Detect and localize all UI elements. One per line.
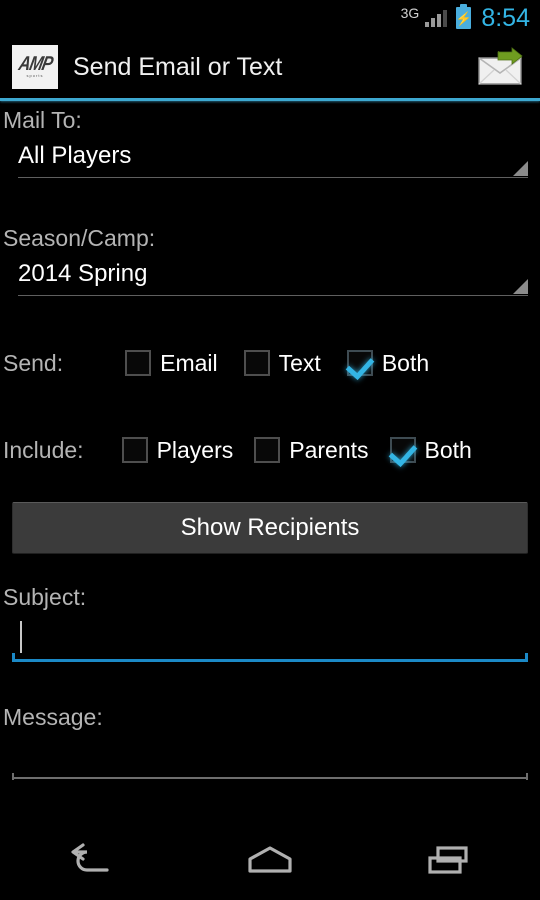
checkbox-include-both-label: Both xyxy=(424,436,472,463)
checkbox-include-parents[interactable]: Parents xyxy=(254,436,369,463)
checkbox-send-email-label: Email xyxy=(160,349,218,376)
checkbox-send-both-label: Both xyxy=(381,349,430,376)
include-label: Include: xyxy=(3,436,84,463)
message-label: Message: xyxy=(3,704,103,730)
season-camp-label: Season/Camp: xyxy=(3,225,156,251)
form-content: Mail To: All Players Season/Camp: 2014 S… xyxy=(0,109,540,828)
checkbox-send-email[interactable]: Email xyxy=(125,350,218,376)
recents-icon[interactable] xyxy=(395,820,505,900)
send-email-icon[interactable] xyxy=(474,47,528,87)
action-bar: AMP sports Send Email or Text xyxy=(0,36,540,98)
mail-to-underline xyxy=(18,177,528,178)
subject-label: Subject: xyxy=(3,584,87,610)
android-navigation-bar xyxy=(0,820,540,900)
subject-input[interactable] xyxy=(12,617,528,662)
message-input-underline xyxy=(12,773,528,780)
chevron-down-icon xyxy=(513,161,528,176)
checkbox-box-checked-icon xyxy=(389,437,416,463)
checkbox-send-text[interactable]: Text xyxy=(243,349,321,376)
checkbox-send-both[interactable]: Both xyxy=(346,349,430,376)
checkbox-include-players-label: Players xyxy=(156,436,234,463)
mail-to-value: All Players xyxy=(18,142,132,169)
status-bar: 3G ⚡ 8:54 xyxy=(0,0,540,36)
include-options-row: Include: Players Parents Both xyxy=(0,437,540,463)
mail-to-label: Mail To: xyxy=(3,107,82,133)
status-bar-clock: 8:54 xyxy=(481,3,530,32)
send-options-row: Send: Email Text Both xyxy=(0,350,540,376)
checkbox-include-both[interactable]: Both xyxy=(389,436,472,463)
back-icon[interactable] xyxy=(35,820,145,900)
mail-to-spinner[interactable]: All Players xyxy=(0,144,528,178)
battery-charging-icon: ⚡ xyxy=(456,4,472,29)
season-camp-underline xyxy=(18,295,528,296)
show-recipients-button[interactable]: Show Recipients xyxy=(12,502,528,554)
checkbox-include-parents-label: Parents xyxy=(289,436,369,463)
chevron-down-icon xyxy=(513,279,528,294)
season-camp-spinner[interactable]: 2014 Spring xyxy=(0,262,528,296)
action-bar-divider xyxy=(0,98,540,101)
text-caret xyxy=(20,621,22,653)
checkbox-include-players[interactable]: Players xyxy=(121,436,234,463)
checkbox-box-checked-icon xyxy=(346,350,373,376)
checkbox-box-unchecked-icon xyxy=(125,350,152,376)
checkbox-box-unchecked-icon xyxy=(243,350,270,376)
message-input[interactable] xyxy=(12,739,528,780)
checkbox-box-unchecked-icon xyxy=(254,437,281,463)
checkbox-box-unchecked-icon xyxy=(121,437,148,463)
app-logo-icon[interactable]: AMP sports xyxy=(12,45,58,89)
home-icon[interactable] xyxy=(215,820,325,900)
checkbox-send-text-label: Text xyxy=(278,349,321,376)
season-camp-value: 2014 Spring xyxy=(18,260,148,287)
signal-strength-icon xyxy=(425,9,448,27)
subject-input-underline xyxy=(12,653,528,662)
send-label: Send: xyxy=(3,349,64,376)
page-title: Send Email or Text xyxy=(73,52,283,81)
network-type-label: 3G xyxy=(400,5,420,21)
app-logo-text: AMP xyxy=(16,53,54,75)
